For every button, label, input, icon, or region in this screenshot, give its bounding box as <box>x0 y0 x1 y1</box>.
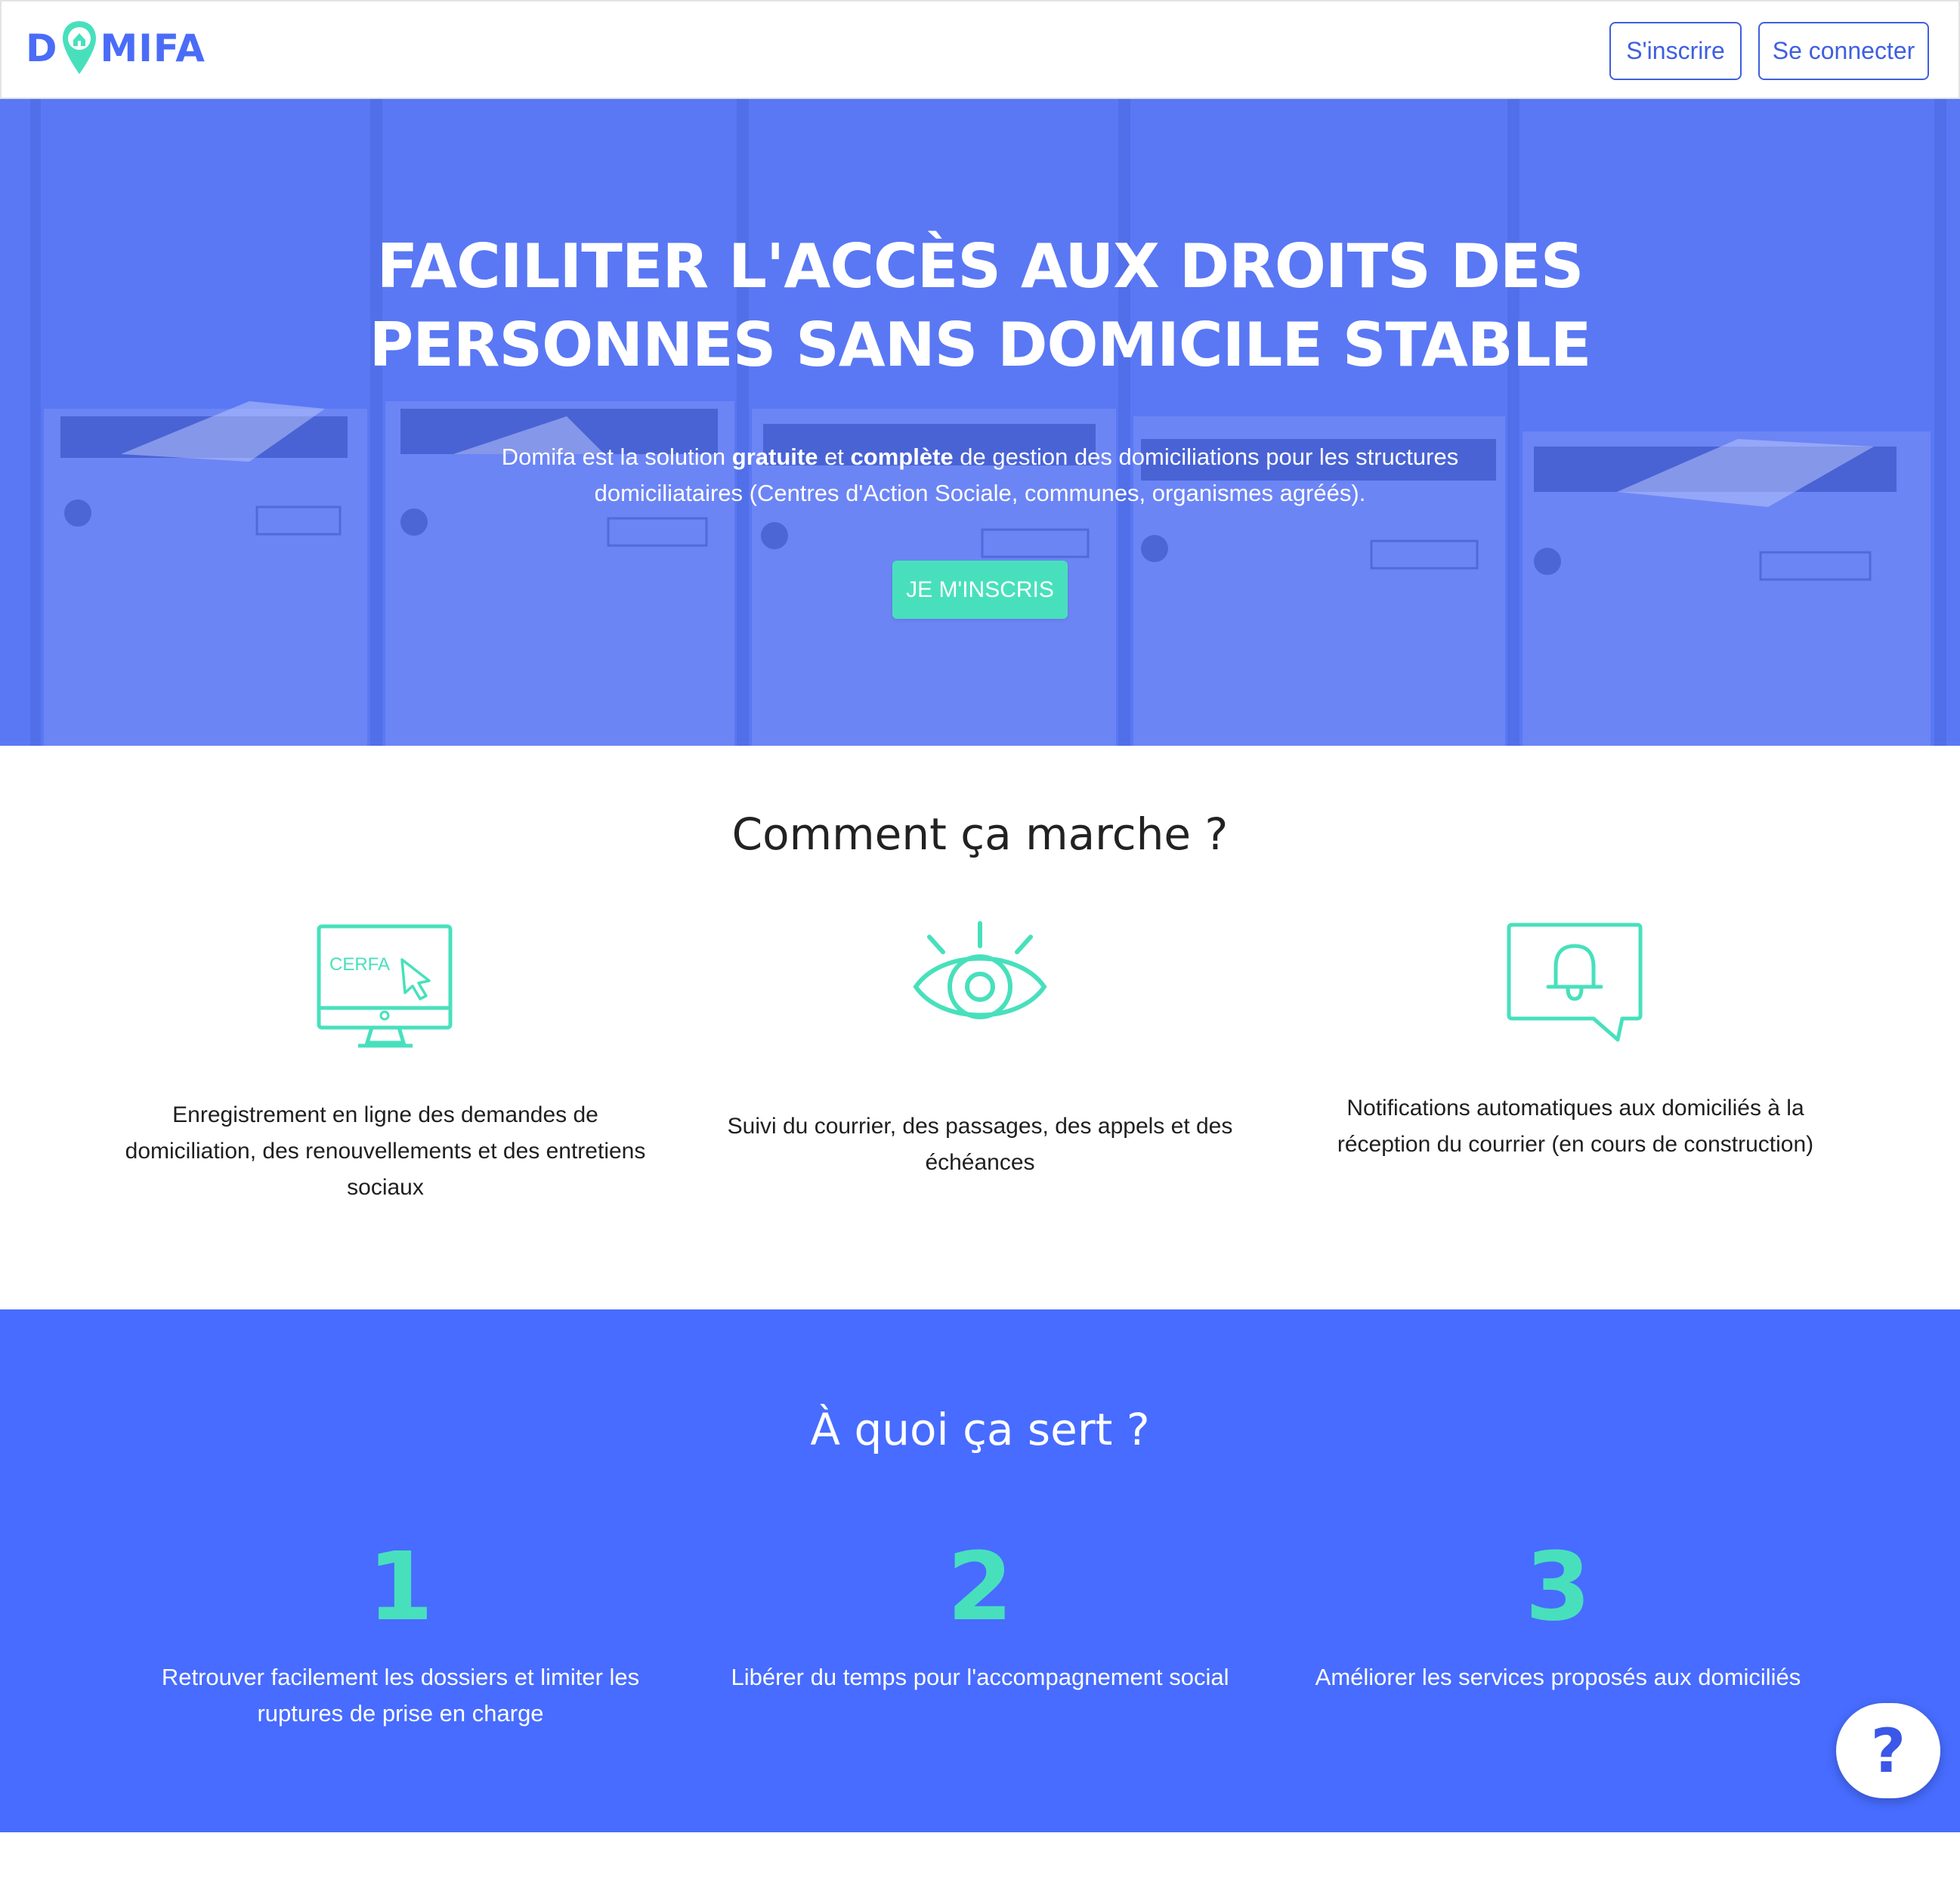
purpose-text-1: Retrouver facilement les dossiers et lim… <box>161 1664 640 1727</box>
notification-bell-icon <box>1507 923 1643 1042</box>
top-navbar: D MIFA S'inscrire Se connecter <box>0 0 1960 99</box>
domifa-logo[interactable]: D MIFA <box>26 18 206 79</box>
feature-text-notifications: Notifications automatiques aux domicilié… <box>1337 1096 1814 1157</box>
purpose-text-3: Améliorer les services proposés aux domi… <box>1315 1664 1801 1690</box>
hero-desc-bold-complete: complète <box>850 444 954 470</box>
hero-title: FACILITER L'ACCÈS AUX DROITS DES PERSONN… <box>0 227 1960 385</box>
mailboxes-background-image <box>0 99 1960 746</box>
signup-button[interactable]: S'inscrire <box>1609 22 1742 80</box>
feature-text-tracking: Suivi du courrier, des passages, des app… <box>727 1114 1233 1175</box>
location-pin-icon <box>62 21 96 74</box>
purpose-section: À quoi ça sert ? 1 Retrouver facilement … <box>0 1309 1960 1832</box>
hero-title-line-1: FACILITER L'ACCÈS AUX DROITS DES <box>376 231 1584 301</box>
purpose-text-2: Libérer du temps pour l'accompagnement s… <box>731 1664 1229 1690</box>
hero-desc-part-2: et <box>818 444 851 470</box>
hero-banner: FACILITER L'ACCÈS AUX DROITS DES PERSONN… <box>0 99 1960 746</box>
logo-text-start: D <box>26 26 58 70</box>
cerfa-icon-label: CERFA <box>329 954 390 975</box>
how-it-works-title: Comment ça marche ? <box>731 808 1229 860</box>
help-button[interactable]: ? <box>1836 1703 1940 1798</box>
hero-desc-part-1: Domifa est la solution <box>501 444 732 470</box>
purpose-number-2: 2 <box>947 1532 1013 1642</box>
purpose-title: À quoi ça sert ? <box>810 1404 1150 1455</box>
login-button[interactable]: Se connecter <box>1758 22 1929 80</box>
logo-text-end: MIFA <box>100 26 206 70</box>
purpose-number-1: 1 <box>367 1532 434 1642</box>
eye-icon <box>913 921 1047 1019</box>
hero-title-line-2: PERSONNES SANS DOMICILE STABLE <box>369 310 1592 380</box>
feature-text-registration: Enregistrement en ligne des demandes de … <box>125 1102 646 1200</box>
computer-cerfa-icon: CERFA <box>317 924 453 1048</box>
purpose-number-3: 3 <box>1525 1532 1591 1642</box>
register-cta-button[interactable]: JE M'INSCRIS <box>892 561 1068 619</box>
hero-description: Domifa est la solution gratuite et compl… <box>484 439 1476 512</box>
hero-desc-bold-free: gratuite <box>731 444 818 470</box>
